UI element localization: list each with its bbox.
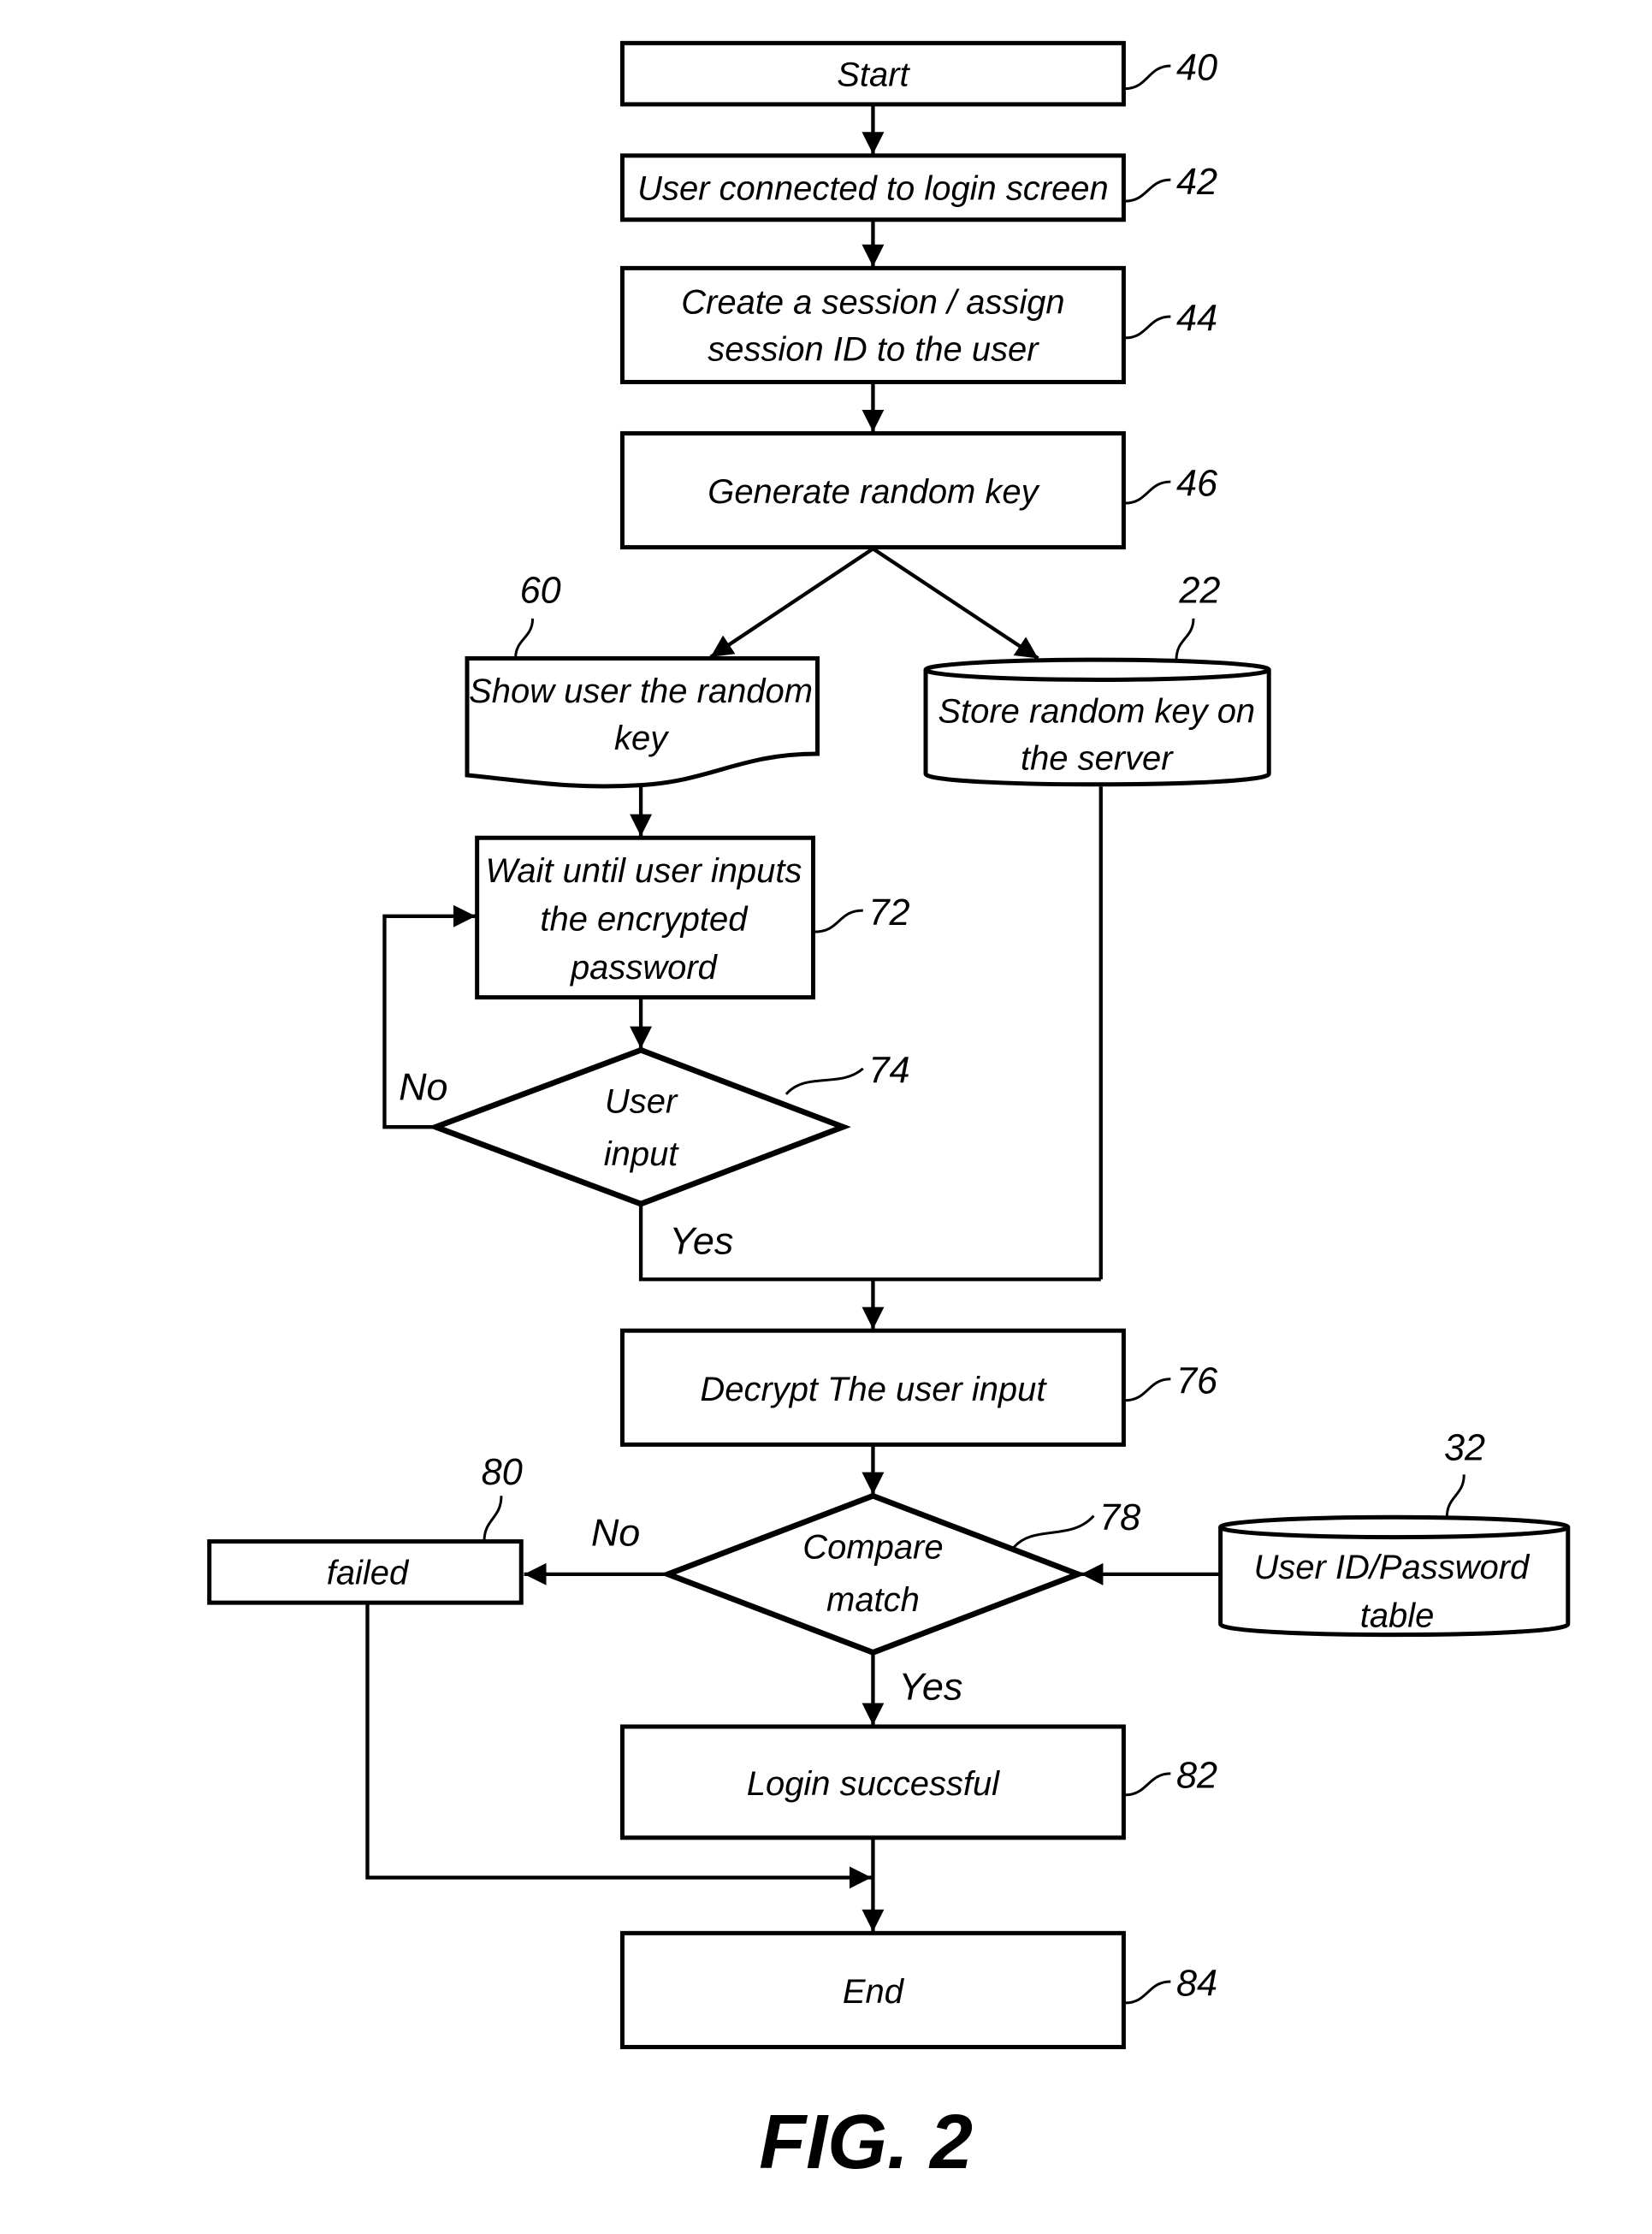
node-failed: failed 80 [207, 1452, 524, 1605]
node-showkey-label-2: key [614, 720, 669, 757]
ref-60: 60 [520, 571, 561, 612]
node-showkey-label-1: Show user the random [469, 673, 813, 710]
node-compare-label-1: Compare [802, 1529, 943, 1567]
node-genkey-label: Generate random key [708, 473, 1039, 511]
edge-label-userinput-no: No [399, 1065, 447, 1109]
node-compare: Compare match 78 [660, 1492, 1140, 1656]
node-start-label: Start [837, 56, 910, 93]
edge-label-compare-yes: Yes [898, 1664, 962, 1708]
node-wait-label-2: the encrypted [540, 900, 749, 938]
node-showkey: Show user the random key 60 [465, 571, 820, 789]
ref-76: 76 [1176, 1360, 1218, 1401]
node-connected-label: User connected to login screen [637, 169, 1109, 207]
ref-82: 82 [1176, 1756, 1217, 1797]
node-userinput: User input 74 [427, 1046, 910, 1207]
node-start: Start 40 [619, 40, 1217, 107]
node-session: Create a session / assign session ID to … [619, 265, 1217, 385]
node-userinput-label-1: User [605, 1083, 678, 1121]
node-table-label-2: table [1360, 1597, 1435, 1634]
node-compare-label-2: match [826, 1581, 920, 1619]
ref-32: 32 [1444, 1428, 1485, 1469]
node-userinput-label-2: input [604, 1135, 680, 1173]
node-connected: User connected to login screen 42 [619, 153, 1217, 222]
edge-label-compare-no: No [591, 1511, 640, 1555]
node-failed-label: failed [327, 1555, 410, 1592]
edge-label-userinput-yes: Yes [669, 1218, 733, 1262]
ref-78: 78 [1099, 1497, 1140, 1538]
arrow-genkey-to-storekey [872, 547, 1039, 661]
node-end: End 84 [619, 1930, 1217, 2050]
node-success: Login successful 82 [619, 1724, 1217, 1840]
node-session-label-1: Create a session / assign [681, 284, 1064, 322]
arrow-genkey-to-showkey [709, 547, 874, 659]
node-table: User ID/Password table 32 [1218, 1428, 1571, 1638]
node-storekey-label-1: Store random key on [938, 692, 1255, 730]
ref-46: 46 [1176, 464, 1218, 505]
node-decrypt-label: Decrypt The user input [700, 1371, 1047, 1408]
node-decrypt: Decrypt The user input 76 [619, 1328, 1218, 1447]
node-end-label: End [843, 1973, 905, 2011]
node-storekey-label-2: the server [1021, 739, 1174, 777]
node-wait: Wait until user inputs the encrypted pas… [475, 835, 910, 1000]
node-wait-label-1: Wait until user inputs [485, 852, 802, 890]
ref-74: 74 [868, 1051, 909, 1092]
ref-72: 72 [868, 892, 909, 933]
ref-44: 44 [1176, 299, 1217, 340]
ref-80: 80 [482, 1452, 523, 1493]
ref-22: 22 [1178, 571, 1220, 612]
flowchart: Start 40 User connected to login screen … [207, 40, 1571, 2185]
node-wait-label-3: password [570, 949, 719, 987]
ref-84: 84 [1176, 1964, 1217, 2005]
ref-42: 42 [1176, 162, 1217, 203]
node-genkey: Generate random key 46 [619, 430, 1218, 550]
figure-label: FIG. 2 [759, 2100, 973, 2185]
ref-40: 40 [1176, 48, 1217, 89]
node-table-label-1: User ID/Password [1253, 1549, 1531, 1586]
node-session-label-2: session ID to the user [708, 331, 1039, 369]
node-success-label: Login successful [747, 1765, 1000, 1803]
node-storekey: Store random key on the server 22 [923, 571, 1271, 787]
